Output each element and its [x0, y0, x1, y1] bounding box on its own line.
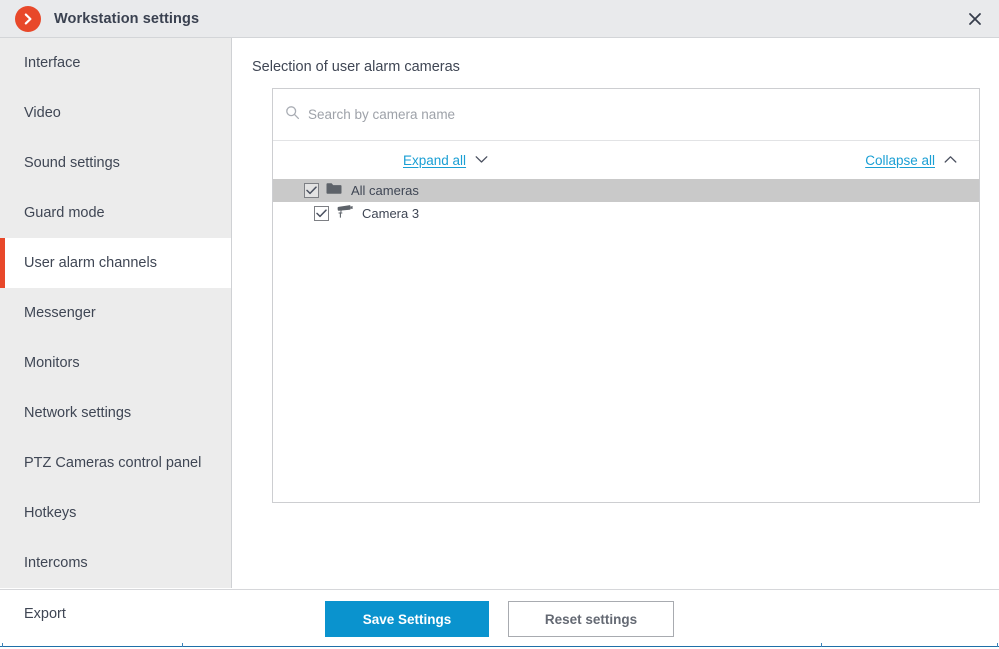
sidebar-item-label: Interface	[24, 55, 81, 71]
sidebar-item-export[interactable]: Export	[24, 606, 66, 622]
sidebar-item-label: Intercoms	[24, 555, 88, 571]
tree-node-label: Camera 3	[362, 206, 420, 221]
search-icon	[285, 105, 300, 125]
footer-bar: Export Save Settings Reset settings	[0, 589, 999, 641]
bottom-tick-mark	[821, 643, 822, 647]
camera-selection-panel: Expand all Collapse all	[272, 88, 980, 503]
expand-collapse-row: Expand all Collapse all	[273, 141, 979, 179]
sidebar-item-interface[interactable]: Interface	[0, 38, 231, 88]
checkbox-all-cameras[interactable]	[304, 183, 319, 198]
bottom-tick-mark	[182, 643, 183, 647]
sidebar-item-label: Network settings	[24, 405, 132, 421]
save-settings-button[interactable]: Save Settings	[325, 601, 489, 637]
sidebar-item-label: Messenger	[24, 305, 96, 321]
collapse-all-button[interactable]: Collapse all	[865, 151, 957, 169]
folder-icon	[326, 182, 342, 200]
sidebar-item-guard-mode[interactable]: Guard mode	[0, 188, 231, 238]
cctv-camera-icon	[336, 204, 353, 223]
close-icon[interactable]	[951, 0, 999, 37]
sidebar-item-label: Video	[24, 105, 61, 121]
workstation-settings-window: Workstation settings Interface Video Sou…	[0, 0, 999, 649]
sidebar-item-label: Guard mode	[24, 205, 105, 221]
bottom-tick-mark	[2, 643, 3, 647]
sidebar-item-user-alarm-channels[interactable]: User alarm channels	[0, 238, 231, 288]
orange-chevron-right-icon	[15, 5, 41, 32]
bottom-divider-line	[0, 646, 999, 647]
chevron-down-icon	[475, 151, 488, 169]
window-title: Workstation settings	[54, 10, 200, 27]
checkbox-camera-3[interactable]	[314, 206, 329, 221]
collapse-all-label: Collapse all	[865, 152, 935, 168]
sidebar-item-label: PTZ Cameras control panel	[24, 455, 202, 471]
tree-node-label: All cameras	[351, 183, 419, 198]
sidebar-item-label: Monitors	[24, 355, 80, 371]
expand-all-button[interactable]: Expand all	[403, 151, 488, 169]
sidebar-item-label: Sound settings	[24, 155, 120, 171]
sidebar-item-sound-settings[interactable]: Sound settings	[0, 138, 231, 188]
camera-tree: All cameras Camera 3	[273, 179, 979, 225]
title-bar: Workstation settings	[0, 0, 999, 38]
sidebar-item-video[interactable]: Video	[0, 88, 231, 138]
sidebar-item-network-settings[interactable]: Network settings	[0, 388, 231, 438]
chevron-up-icon	[944, 151, 957, 169]
tree-row[interactable]: Camera 3	[273, 202, 979, 225]
sidebar-divider	[231, 38, 232, 588]
bottom-tick-mark	[997, 643, 998, 647]
search-row	[273, 89, 979, 141]
sidebar-item-ptz-cameras-control-panel[interactable]: PTZ Cameras control panel	[0, 438, 231, 488]
page-title: Selection of user alarm cameras	[252, 59, 460, 75]
expand-all-label: Expand all	[403, 152, 467, 168]
sidebar-item-label: User alarm channels	[24, 255, 157, 271]
bottom-status-strip	[0, 641, 999, 649]
reset-settings-button[interactable]: Reset settings	[508, 601, 674, 637]
sidebar-item-hotkeys[interactable]: Hotkeys	[0, 488, 231, 538]
sidebar-item-intercoms[interactable]: Intercoms	[0, 538, 231, 588]
sidebar-item-messenger[interactable]: Messenger	[0, 288, 231, 338]
search-input[interactable]	[308, 107, 708, 122]
sidebar-nav: Interface Video Sound settings Guard mod…	[0, 38, 232, 588]
sidebar-item-label: Hotkeys	[24, 505, 77, 521]
tree-row[interactable]: All cameras	[273, 179, 979, 202]
sidebar-item-monitors[interactable]: Monitors	[0, 338, 231, 388]
content-pane: Selection of user alarm cameras Expand a…	[233, 38, 999, 588]
